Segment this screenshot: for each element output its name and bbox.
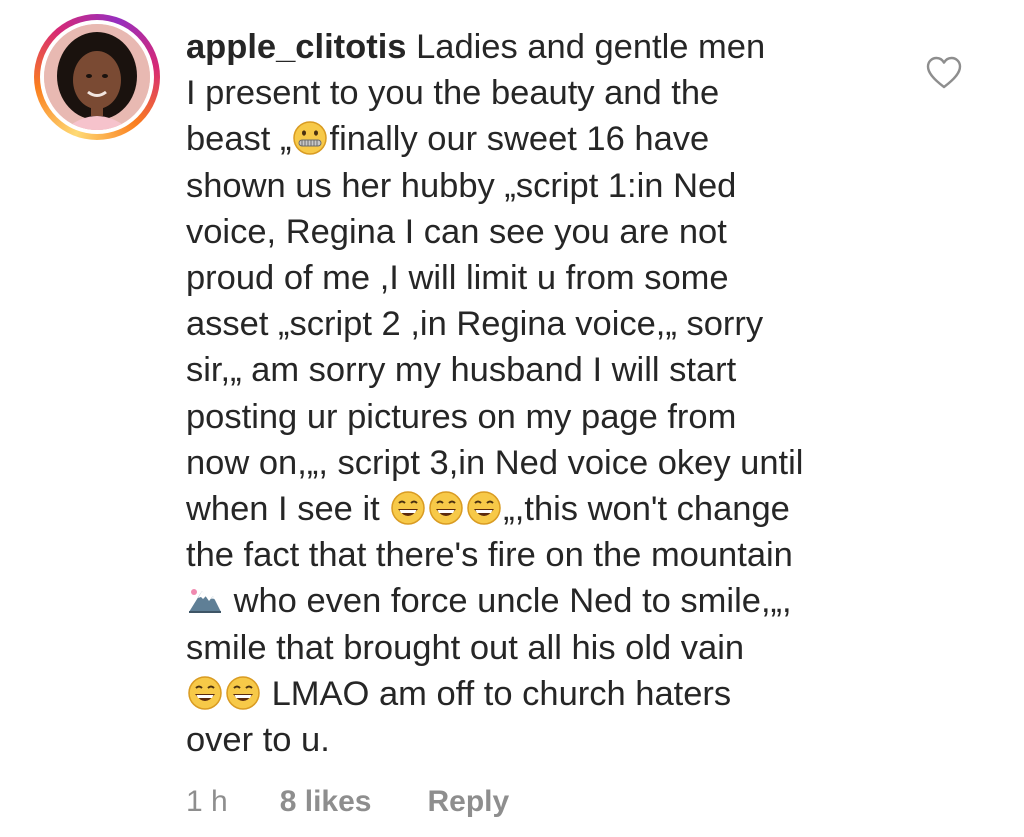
likes-count[interactable]: 8 likes [280,785,372,818]
comment-meta: 1 h 8 likes Reply [186,782,509,822]
comment: apple_clitotis Ladies and gentle men I p… [0,0,1024,837]
story-ring[interactable] [34,14,160,140]
grinning-squinting-face-icon [226,676,260,710]
grinning-squinting-face-icon [429,491,464,525]
comment-text: apple_clitotis Ladies and gentle men I p… [186,28,804,760]
comment-time: 1 h [186,785,228,818]
reply-button[interactable]: Reply [427,785,509,818]
avatar[interactable] [44,24,150,130]
heart-icon[interactable] [926,56,962,90]
grinning-squinting-face-icon [391,491,426,525]
username[interactable]: apple_clitotis [186,28,406,66]
grinning-squinting-face-icon [188,676,222,710]
grinning-squinting-face-icon [467,491,502,525]
snow-capped-mountain-icon [189,589,221,614]
zipper-mouth-face-icon [293,121,328,156]
